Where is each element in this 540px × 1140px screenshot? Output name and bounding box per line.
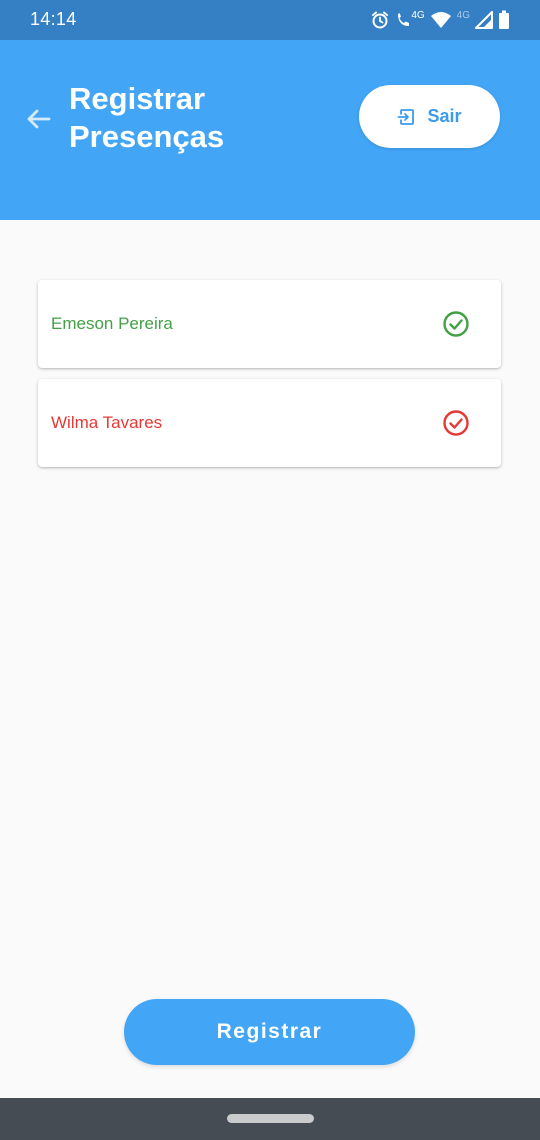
arrow-left-icon[interactable] [22,103,54,135]
register-button[interactable]: Registrar [124,999,415,1065]
home-gesture-handle[interactable] [227,1114,314,1123]
logout-button[interactable]: Sair [359,85,500,148]
app-bar: Registrar Presenças Sair [0,40,540,220]
wifi-icon [430,11,452,29]
check-circle-icon[interactable] [442,310,470,338]
system-nav-bar [0,1098,540,1140]
status-icons: 4G 4G [370,9,510,31]
logout-button-label: Sair [427,106,462,126]
student-name: Wilma Tavares [51,413,163,432]
status-time: 14:14 [30,9,77,29]
page-title: Registrar Presenças [69,81,225,154]
student-card-wilma-tavares[interactable]: Wilma Tavares [38,379,501,467]
volte-call-icon: 4G [395,10,425,29]
battery-icon [498,10,510,30]
check-circle-icon[interactable] [442,409,470,437]
student-card-emeson-pereira[interactable]: Emeson Pereira [38,280,501,368]
alarm-icon [370,10,390,30]
exit-to-app-icon [397,108,415,126]
cell-signal-icon [475,11,493,29]
student-name: Emeson Pereira [51,314,173,333]
network-label: 4G [456,10,470,21]
status-bar: 14:14 4G 4G [0,0,540,40]
volte-label: 4G [411,10,425,21]
